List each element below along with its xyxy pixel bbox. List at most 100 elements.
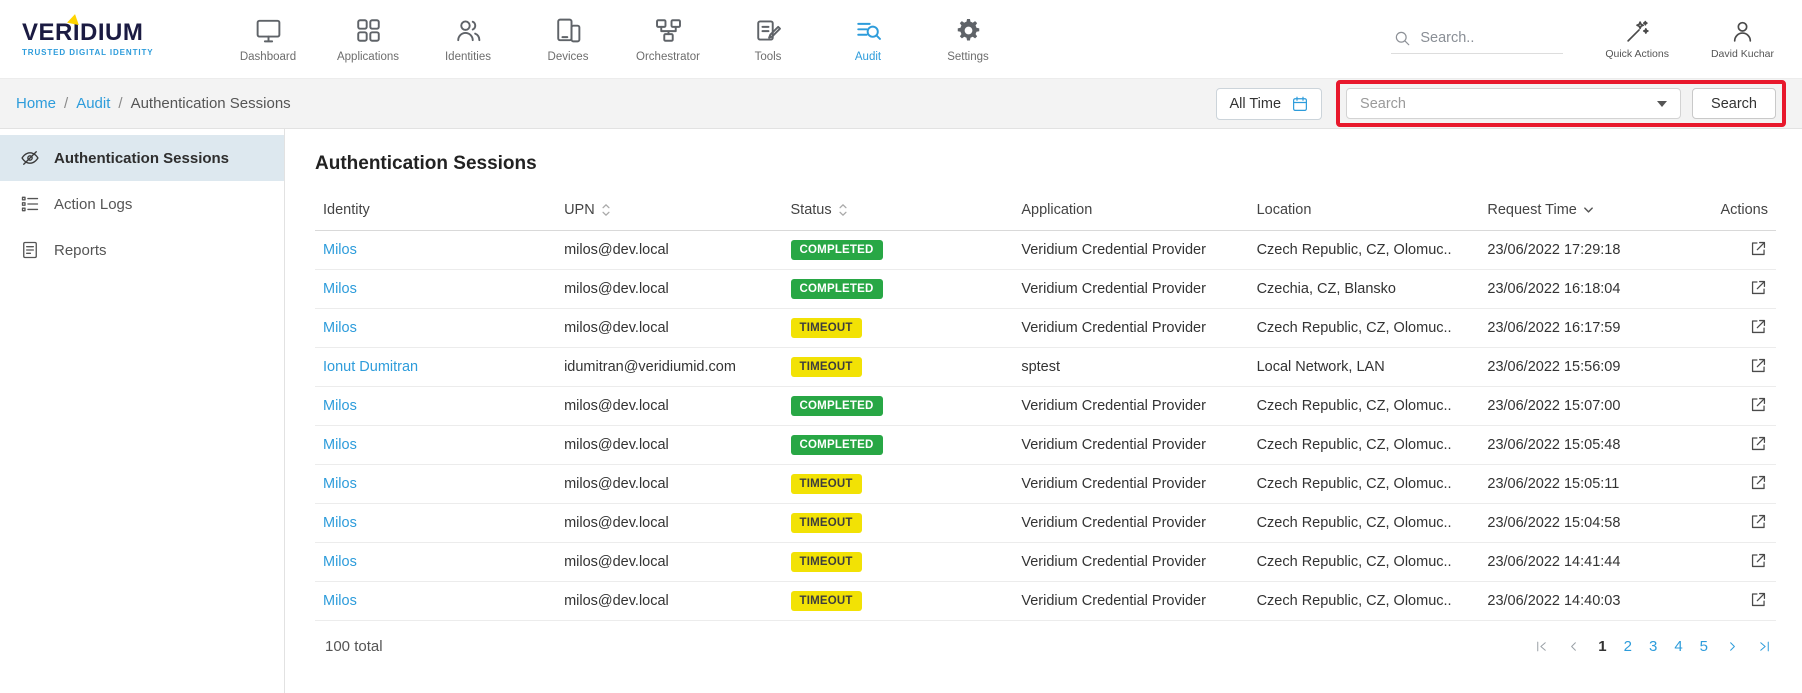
application-cell: Veridium Credential Provider	[1013, 465, 1248, 504]
nav-item-tools[interactable]: Tools	[718, 16, 818, 63]
devices-icon	[554, 16, 583, 45]
identities-icon	[454, 16, 483, 45]
orchestrator-icon	[654, 16, 683, 45]
nav-item-dashboard[interactable]: Dashboard	[218, 16, 318, 63]
pagination-page-1[interactable]: 1	[1598, 638, 1606, 655]
status-badge: COMPLETED	[791, 240, 883, 260]
identity-link[interactable]: Milos	[323, 242, 357, 258]
table-row: Milosmilos@dev.localTIMEOUTVeridium Cred…	[315, 543, 1776, 582]
search-button[interactable]: Search	[1692, 88, 1776, 119]
table-header-row: IdentityUPNStatusApplicationLocationRequ…	[315, 190, 1776, 231]
column-label: Identity	[323, 202, 370, 218]
open-details-icon[interactable]	[1749, 356, 1768, 375]
sidebar-item-reports[interactable]: Reports	[0, 227, 284, 273]
top-bar: VERIDIUM TRUSTED DIGITAL IDENTITY Dashbo…	[0, 0, 1802, 78]
pagination-page-4[interactable]: 4	[1674, 638, 1682, 655]
application-cell: Veridium Credential Provider	[1013, 231, 1248, 270]
pagination-page-3[interactable]: 3	[1649, 638, 1657, 655]
status-badge: TIMEOUT	[791, 357, 862, 377]
identity-link[interactable]: Milos	[323, 593, 357, 609]
identity-link[interactable]: Milos	[323, 437, 357, 453]
table-row: Milosmilos@dev.localTIMEOUTVeridium Cred…	[315, 504, 1776, 543]
next-page-icon[interactable]	[1725, 639, 1740, 654]
table-row: Milosmilos@dev.localCOMPLETEDVeridium Cr…	[315, 270, 1776, 309]
nav-item-audit[interactable]: Audit	[818, 16, 918, 63]
search-field-dropdown[interactable]: Search	[1346, 88, 1681, 119]
application-cell: Veridium Credential Provider	[1013, 270, 1248, 309]
nav-item-orchestrator[interactable]: Orchestrator	[618, 16, 718, 63]
logo-triangle-mark	[67, 13, 81, 25]
identity-link[interactable]: Ionut Dumitran	[323, 359, 418, 375]
subheader-controls: All Time Search Search	[1216, 80, 1786, 127]
table-row: Milosmilos@dev.localTIMEOUTVeridium Cred…	[315, 465, 1776, 504]
nav-item-label: Devices	[548, 51, 589, 63]
breadcrumb-audit[interactable]: Audit	[76, 95, 110, 112]
settings-icon	[954, 16, 983, 45]
request-time-cell: 23/06/2022 15:07:00	[1479, 387, 1705, 426]
sort-toggle-icon	[601, 203, 611, 217]
open-details-icon[interactable]	[1749, 239, 1768, 258]
identity-link[interactable]: Milos	[323, 476, 357, 492]
open-details-icon[interactable]	[1749, 590, 1768, 609]
last-page-icon[interactable]	[1757, 639, 1772, 654]
column-header-actions: Actions	[1706, 190, 1776, 231]
request-time-cell: 23/06/2022 15:05:48	[1479, 426, 1705, 465]
nav-item-label: Settings	[947, 51, 989, 63]
quick-actions-button[interactable]: Quick Actions	[1605, 19, 1669, 60]
identity-link[interactable]: Milos	[323, 554, 357, 570]
upn-cell: idumitran@veridiumid.com	[556, 348, 782, 387]
nav-item-devices[interactable]: Devices	[518, 16, 618, 63]
table-row: Milosmilos@dev.localCOMPLETEDVeridium Cr…	[315, 387, 1776, 426]
sidebar-item-authentication-sessions[interactable]: Authentication Sessions	[0, 135, 284, 181]
sort-desc-icon	[1583, 206, 1594, 214]
quick-actions-label: Quick Actions	[1605, 48, 1669, 60]
column-header-status[interactable]: Status	[783, 190, 1014, 231]
pagination-page-5[interactable]: 5	[1700, 638, 1708, 655]
open-details-icon[interactable]	[1749, 434, 1768, 453]
column-header-request-time[interactable]: Request Time	[1479, 190, 1705, 231]
application-cell: Veridium Credential Provider	[1013, 426, 1248, 465]
sidebar: Authentication SessionsAction LogsReport…	[0, 129, 285, 693]
open-details-icon[interactable]	[1749, 395, 1768, 414]
prev-page-icon[interactable]	[1566, 639, 1581, 654]
status-badge: COMPLETED	[791, 396, 883, 416]
identity-link[interactable]: Milos	[323, 281, 357, 297]
main-nav: DashboardApplicationsIdentities Devices Or…	[218, 16, 1018, 63]
status-badge: COMPLETED	[791, 435, 883, 455]
location-cell: Czech Republic, CZ, Olomuc..	[1249, 309, 1480, 348]
veridium-logo[interactable]: VERIDIUM TRUSTED DIGITAL IDENTITY	[22, 21, 200, 57]
time-filter-button[interactable]: All Time	[1216, 88, 1322, 120]
column-label: Actions	[1720, 202, 1768, 218]
open-details-icon[interactable]	[1749, 512, 1768, 531]
breadcrumb: Home / Audit / Authentication Sessions	[16, 95, 291, 112]
chevron-down-icon	[1657, 101, 1667, 107]
sidebar-item-action-logs[interactable]: Action Logs	[0, 181, 284, 227]
nav-item-applications[interactable]: Applications	[318, 16, 418, 63]
table-row: Milosmilos@dev.localTIMEOUTVeridium Cred…	[315, 309, 1776, 348]
location-cell: Czech Republic, CZ, Olomuc..	[1249, 231, 1480, 270]
first-page-icon[interactable]	[1534, 639, 1549, 654]
open-details-icon[interactable]	[1749, 551, 1768, 570]
pagination-page-2[interactable]: 2	[1624, 638, 1632, 655]
identity-link[interactable]: Milos	[323, 320, 357, 336]
open-details-icon[interactable]	[1749, 278, 1768, 297]
breadcrumb-home[interactable]: Home	[16, 95, 56, 112]
column-header-upn[interactable]: UPN	[556, 190, 782, 231]
location-cell: Czech Republic, CZ, Olomuc..	[1249, 465, 1480, 504]
identity-link[interactable]: Milos	[323, 398, 357, 414]
user-menu[interactable]: David Kuchar	[1711, 19, 1774, 60]
global-search-input[interactable]	[1420, 30, 1550, 46]
status-badge: TIMEOUT	[791, 513, 862, 533]
open-details-icon[interactable]	[1749, 473, 1768, 492]
pagination: 1 234 5	[1534, 638, 1772, 655]
application-cell: sptest	[1013, 348, 1248, 387]
nav-item-settings[interactable]: Settings	[918, 16, 1018, 63]
main-content: Authentication Sessions IdentityUPNStatu…	[285, 129, 1802, 693]
identity-link[interactable]: Milos	[323, 515, 357, 531]
open-details-icon[interactable]	[1749, 317, 1768, 336]
application-cell: Veridium Credential Provider	[1013, 504, 1248, 543]
column-label: Request Time	[1487, 202, 1576, 218]
nav-item-identities[interactable]: Identities	[418, 16, 518, 63]
nav-item-label: Orchestrator	[636, 51, 700, 63]
nav-item-label: Audit	[855, 51, 881, 63]
